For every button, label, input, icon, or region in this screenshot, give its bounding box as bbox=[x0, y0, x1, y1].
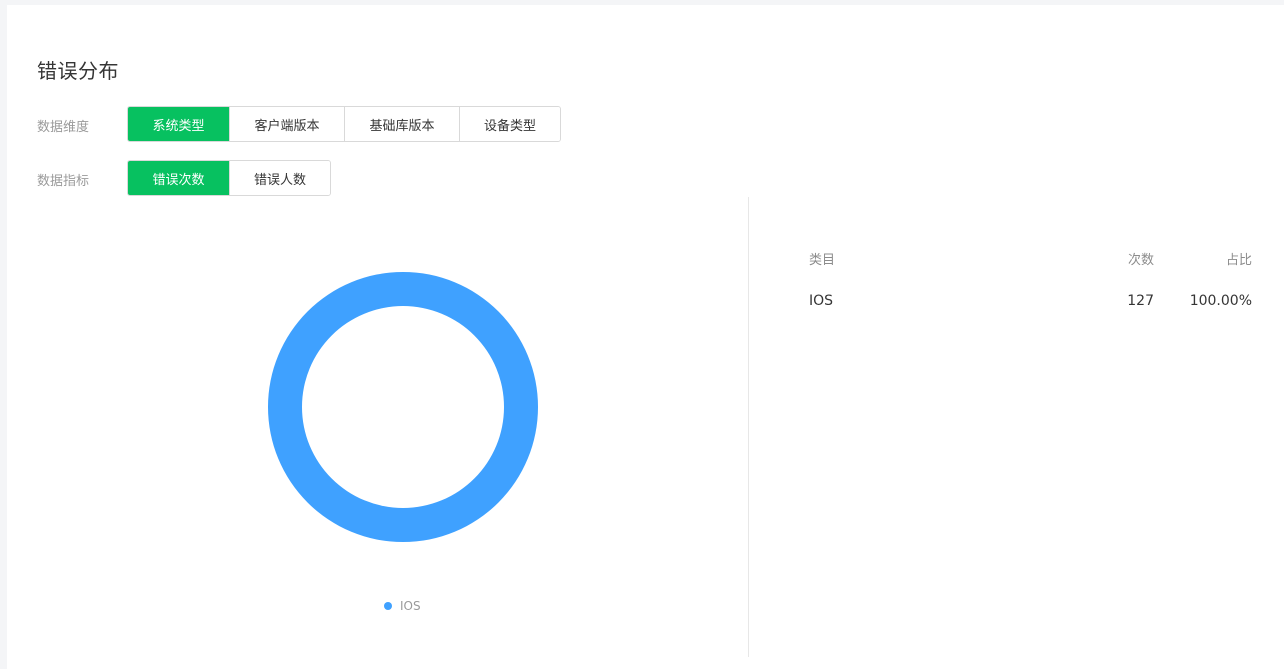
error-distribution-panel: 错误分布 数据维度 系统类型 客户端版本 基础库版本 设备类型 数据指标 错误次… bbox=[7, 5, 1284, 669]
header-category: 类目 bbox=[809, 252, 836, 268]
metric-option-error-count[interactable]: 错误次数 bbox=[128, 161, 229, 195]
dimension-label: 数据维度 bbox=[37, 120, 90, 135]
table-row: IOS 127 100.00% bbox=[809, 293, 1252, 309]
metric-segmented-control: 错误次数 错误人数 bbox=[127, 160, 331, 196]
dimension-option-client-version[interactable]: 客户端版本 bbox=[229, 107, 344, 141]
legend-label-ios: IOS bbox=[400, 599, 421, 613]
donut-chart bbox=[268, 271, 538, 543]
donut-slice-ios[interactable] bbox=[268, 271, 538, 543]
row-count: 127 bbox=[1127, 293, 1154, 309]
metric-label: 数据指标 bbox=[37, 174, 90, 189]
header-count: 次数 bbox=[1127, 252, 1154, 268]
legend-dot-ios bbox=[384, 602, 392, 610]
distribution-table: 类目 次数 占比 IOS 127 100.00% bbox=[809, 248, 1252, 310]
row-share: 100.00% bbox=[1189, 293, 1252, 309]
dimension-option-device-type[interactable]: 设备类型 bbox=[459, 107, 560, 141]
chart-legend[interactable]: IOS bbox=[384, 599, 421, 613]
table-header: 类目 次数 占比 bbox=[809, 248, 1252, 268]
header-share: 占比 bbox=[1225, 252, 1252, 268]
dimension-option-system-type[interactable]: 系统类型 bbox=[128, 107, 229, 141]
panel-divider bbox=[748, 197, 749, 657]
metric-option-error-users[interactable]: 错误人数 bbox=[229, 161, 330, 195]
panel-title: 错误分布 bbox=[37, 59, 119, 83]
dimension-segmented-control: 系统类型 客户端版本 基础库版本 设备类型 bbox=[127, 106, 561, 142]
row-category: IOS bbox=[809, 293, 834, 309]
dimension-option-base-library-version[interactable]: 基础库版本 bbox=[344, 107, 459, 141]
